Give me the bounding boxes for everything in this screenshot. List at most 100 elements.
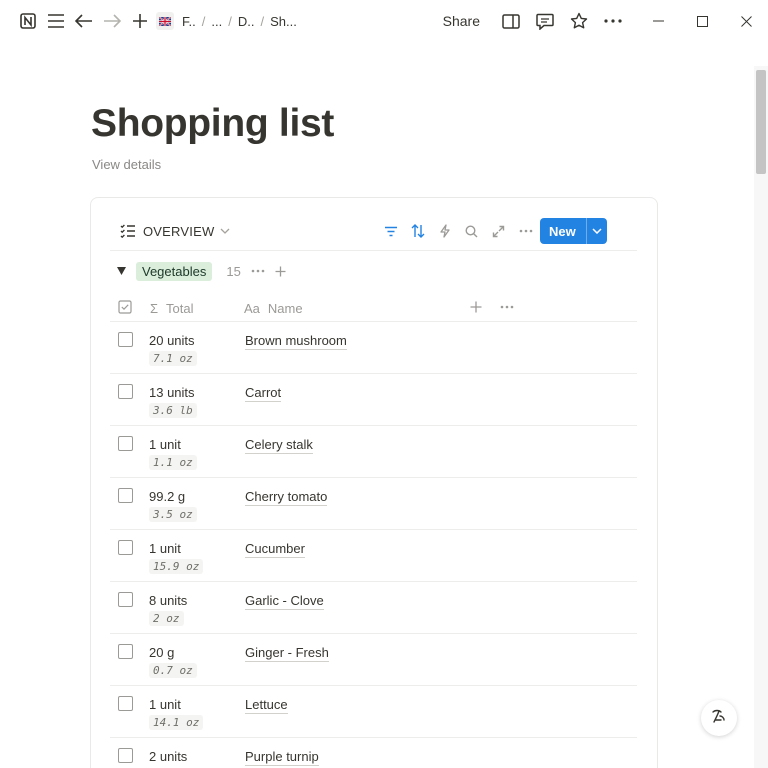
row-conversion: 2 oz xyxy=(149,611,184,626)
table-row[interactable]: 2 units Purple turnip xyxy=(110,738,637,768)
table-row[interactable]: 1 unit 15.9 oz Cucumber xyxy=(110,530,637,582)
list-view-icon xyxy=(120,224,136,238)
new-button[interactable]: New xyxy=(540,218,607,244)
top-bar-right: Share xyxy=(443,0,768,42)
sidebar-panel-icon[interactable] xyxy=(494,4,528,38)
row-checkbox[interactable] xyxy=(118,436,133,451)
row-conversion: 3.5 oz xyxy=(149,507,197,522)
row-checkbox[interactable] xyxy=(118,644,133,659)
breadcrumb-separator: / xyxy=(201,13,206,29)
column-header-total[interactable]: Σ Total xyxy=(150,294,194,322)
scrollbar-thumb[interactable] xyxy=(756,70,766,174)
chevron-down-icon xyxy=(220,228,230,234)
table-row[interactable]: 1 unit 1.1 oz Celery stalk xyxy=(110,426,637,478)
back-arrow-icon[interactable] xyxy=(70,7,98,35)
more-options-icon[interactable] xyxy=(596,4,630,38)
row-name[interactable]: Celery stalk xyxy=(245,437,313,454)
database-tools xyxy=(377,216,539,246)
row-checkbox[interactable] xyxy=(118,488,133,503)
notion-ai-face-icon xyxy=(710,707,728,730)
table-row[interactable]: 13 units 3.6 lb Carrot xyxy=(110,374,637,426)
breadcrumb-item[interactable]: Sh... xyxy=(266,14,301,29)
flag-icon xyxy=(156,12,174,30)
row-checkbox[interactable] xyxy=(118,540,133,555)
row-total: 1 unit xyxy=(149,541,181,556)
share-button[interactable]: Share xyxy=(443,13,480,29)
add-icon[interactable] xyxy=(275,266,286,277)
text-type-icon: Aa xyxy=(244,300,260,316)
row-total: 2 units xyxy=(149,749,188,764)
row-total: 20 g xyxy=(149,645,175,660)
row-total: 1 unit xyxy=(149,697,181,712)
row-name[interactable]: Lettuce xyxy=(245,697,288,714)
search-icon[interactable] xyxy=(458,217,485,245)
star-icon[interactable] xyxy=(562,4,596,38)
more-options-icon[interactable] xyxy=(251,269,265,273)
table-row[interactable]: 8 units 2 oz Garlic - Clove xyxy=(110,582,637,634)
row-conversion: 0.7 oz xyxy=(149,663,197,678)
row-checkbox[interactable] xyxy=(118,748,133,763)
automation-lightning-icon[interactable] xyxy=(431,217,458,245)
database-toolbar: OVERVIEW New xyxy=(120,216,610,246)
row-conversion: 7.1 oz xyxy=(149,351,197,366)
breadcrumb-item[interactable]: F.. xyxy=(178,14,200,29)
top-bar: F.. / ... / D.. / Sh... Share xyxy=(0,0,768,42)
divider xyxy=(110,250,637,251)
collapse-triangle-icon[interactable] xyxy=(114,267,128,275)
table-row[interactable]: 20 units 7.1 oz Brown mushroom xyxy=(110,322,637,374)
view-details-link[interactable]: View details xyxy=(92,157,161,172)
row-conversion: 14.1 oz xyxy=(149,715,204,730)
group-tag[interactable]: Vegetables xyxy=(136,261,213,281)
page-title[interactable]: Shopping list xyxy=(91,102,334,146)
breadcrumb-item[interactable]: D.. xyxy=(234,14,259,29)
breadcrumb: F.. / ... / D.. / Sh... xyxy=(156,12,301,30)
row-name[interactable]: Brown mushroom xyxy=(245,333,347,350)
row-checkbox[interactable] xyxy=(118,384,133,399)
row-checkbox[interactable] xyxy=(118,696,133,711)
row-name[interactable]: Cucumber xyxy=(245,541,305,558)
column-header-row: Σ Total Aa Name xyxy=(110,294,637,322)
breadcrumb-separator: / xyxy=(228,13,232,29)
row-checkbox[interactable] xyxy=(118,332,133,347)
view-name: OVERVIEW xyxy=(143,223,215,239)
row-name[interactable]: Cherry tomato xyxy=(245,489,328,506)
minimize-button[interactable] xyxy=(636,0,680,42)
group-header: Vegetables 15 xyxy=(114,260,286,282)
comment-icon[interactable] xyxy=(528,4,562,38)
new-tab-plus-icon[interactable] xyxy=(126,7,154,35)
row-checkbox[interactable] xyxy=(118,592,133,607)
row-total: 8 units xyxy=(149,593,188,608)
more-options-icon[interactable] xyxy=(512,217,539,245)
row-name[interactable]: Purple turnip xyxy=(245,749,319,766)
column-header-label: Name xyxy=(267,300,303,316)
breadcrumb-item[interactable]: ... xyxy=(207,14,226,29)
row-total: 20 units xyxy=(149,333,195,348)
row-conversion: 3.6 lb xyxy=(149,403,197,418)
table-row[interactable]: 20 g 0.7 oz Ginger - Fresh xyxy=(110,634,637,686)
menu-icon[interactable] xyxy=(42,7,70,35)
help-button[interactable] xyxy=(701,700,737,736)
row-name[interactable]: Ginger - Fresh xyxy=(245,645,329,662)
row-total: 1 unit xyxy=(149,437,181,452)
expand-icon[interactable] xyxy=(485,217,512,245)
column-header-name[interactable]: Aa Name xyxy=(244,294,303,322)
chevron-down-icon[interactable] xyxy=(587,228,607,234)
filter-icon[interactable] xyxy=(377,217,404,245)
new-button-label[interactable]: New xyxy=(540,224,586,239)
sort-icon[interactable] xyxy=(404,217,431,245)
table-row[interactable]: 1 unit 14.1 oz Lettuce xyxy=(110,686,637,738)
top-bar-left: F.. / ... / D.. / Sh... xyxy=(0,0,301,42)
forward-arrow-icon[interactable] xyxy=(98,7,126,35)
row-name[interactable]: Garlic - Clove xyxy=(245,593,324,610)
add-column-icon[interactable] xyxy=(470,300,482,318)
table-body: 20 units 7.1 oz Brown mushroom 13 units … xyxy=(110,322,637,768)
notion-logo-icon[interactable] xyxy=(14,7,42,35)
maximize-button[interactable] xyxy=(680,0,724,42)
view-selector[interactable]: OVERVIEW xyxy=(120,224,230,239)
row-name[interactable]: Carrot xyxy=(245,385,282,402)
more-options-icon[interactable] xyxy=(500,300,514,319)
checkbox-column-icon[interactable] xyxy=(118,300,132,319)
close-window-button[interactable] xyxy=(724,0,768,42)
row-conversion: 1.1 oz xyxy=(149,455,197,470)
table-row[interactable]: 99.2 g 3.5 oz Cherry tomato xyxy=(110,478,637,530)
